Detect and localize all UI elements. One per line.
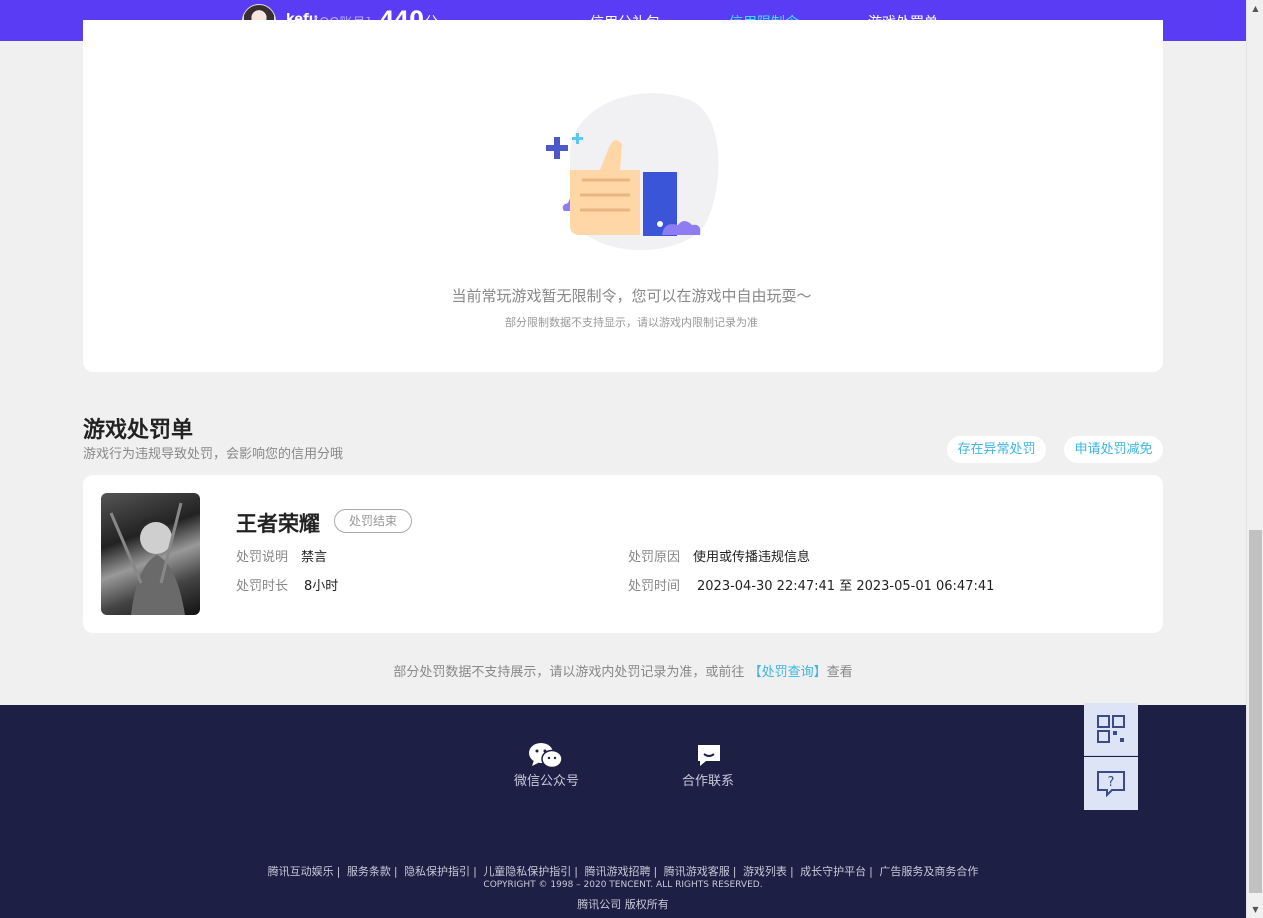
qrcode-icon — [1097, 715, 1125, 743]
copyright: COPYRIGHT © 1998 – 2020 TENCENT. ALL RIG… — [483, 880, 763, 890]
scrollbar[interactable]: ▲ ▼ — [1246, 0, 1263, 918]
link-separator: | — [869, 865, 873, 878]
footer-link[interactable]: 腾讯游戏客服 — [664, 865, 730, 878]
scrollbar-thumb[interactable] — [1249, 530, 1262, 893]
feedback-icon: ? — [1097, 770, 1125, 797]
link-separator: | — [789, 865, 794, 878]
wechat-icon[interactable] — [528, 742, 564, 770]
link-separator: | — [393, 865, 398, 878]
penalty-time-label: 处罚时间 — [628, 579, 681, 594]
wechat-label[interactable]: 微信公众号 — [514, 770, 579, 789]
link-separator: | — [336, 865, 341, 878]
penalty-desc-value: 禁言 — [301, 550, 328, 565]
footer-link[interactable]: 腾讯游戏招聘 — [585, 865, 651, 878]
footer-link[interactable]: 服务条款 — [347, 865, 391, 878]
footer-link[interactable]: 隐私保护指引 — [404, 865, 470, 878]
penalty-query-link[interactable]: 【处罚查询】 — [749, 665, 827, 680]
link-separator: | — [574, 865, 578, 878]
empty-restriction-message: 当前常玩游戏暂无限制令，您可以在游戏中自由玩耍～ — [451, 287, 812, 305]
penalty-note: 部分处罚数据不支持展示，请以游戏内处罚记录为准，或前往 【处罚查询】查看 — [0, 661, 1246, 680]
penalty-desc-label: 处罚说明 — [236, 550, 289, 565]
penalty-note-suffix: 查看 — [826, 665, 853, 680]
appeal-reduction-button[interactable]: 申请处罚减免 — [1064, 436, 1163, 463]
game-name: 王者荣耀 — [236, 512, 320, 536]
penalty-reason-value: 使用或传播违规信息 — [693, 550, 811, 565]
footer-link[interactable]: 腾讯互动娱乐 — [268, 865, 334, 878]
penalty-status-badge: 处罚结束 — [334, 509, 412, 533]
footer-link[interactable]: 广告服务及商务合作 — [879, 865, 978, 878]
penalty-duration-label: 处罚时长 — [236, 579, 289, 594]
penalty-time-value: 2023-04-30 22:47:41 至 2023-05-01 06:47:4… — [697, 579, 995, 594]
empty-restriction-note: 部分限制数据不支持显示，请以游戏内限制记录为准 — [505, 316, 758, 329]
footer-link[interactable]: 游戏列表 — [743, 865, 787, 878]
cooperation-label[interactable]: 合作联系 — [682, 770, 734, 789]
footer-link[interactable]: 成长守护平台 — [800, 865, 866, 878]
section-subtitle: 游戏行为违规导致处罚，会影响您的信用分哦 — [83, 447, 344, 462]
cooperation-chat-icon[interactable] — [696, 742, 722, 768]
abnormal-penalty-button[interactable]: 存在异常处罚 — [947, 436, 1046, 463]
penalty-note-prefix: 部分处罚数据不支持展示，请以游戏内处罚记录为准，或前往 — [393, 665, 745, 680]
scroll-up-arrow-icon[interactable]: ▲ — [1247, 0, 1263, 17]
penalty-reason-label: 处罚原因 — [628, 550, 681, 565]
footer-links: 腾讯互动娱乐 | 服务条款 | 隐私保护指引 | 儿童隐私保护指引 | 腾讯游戏招聘 | … — [0, 863, 1246, 879]
svg-text:?: ? — [1108, 775, 1115, 790]
link-separator: | — [732, 865, 737, 878]
feedback-button[interactable]: ? — [1084, 757, 1138, 810]
game-cover-image — [101, 493, 200, 615]
scroll-down-arrow-icon[interactable]: ▼ — [1247, 901, 1263, 918]
section-title: 游戏处罚单 — [83, 418, 194, 443]
qrcode-button[interactable] — [1084, 703, 1138, 756]
thumbs-up-illustration — [546, 93, 719, 251]
rights-reserved: 腾讯公司 版权所有 — [577, 898, 669, 911]
footer-link[interactable]: 儿童隐私保护指引 — [483, 865, 571, 878]
link-separator: | — [473, 865, 477, 878]
link-separator: | — [653, 865, 658, 878]
penalty-duration-value: 8小时 — [304, 579, 339, 594]
